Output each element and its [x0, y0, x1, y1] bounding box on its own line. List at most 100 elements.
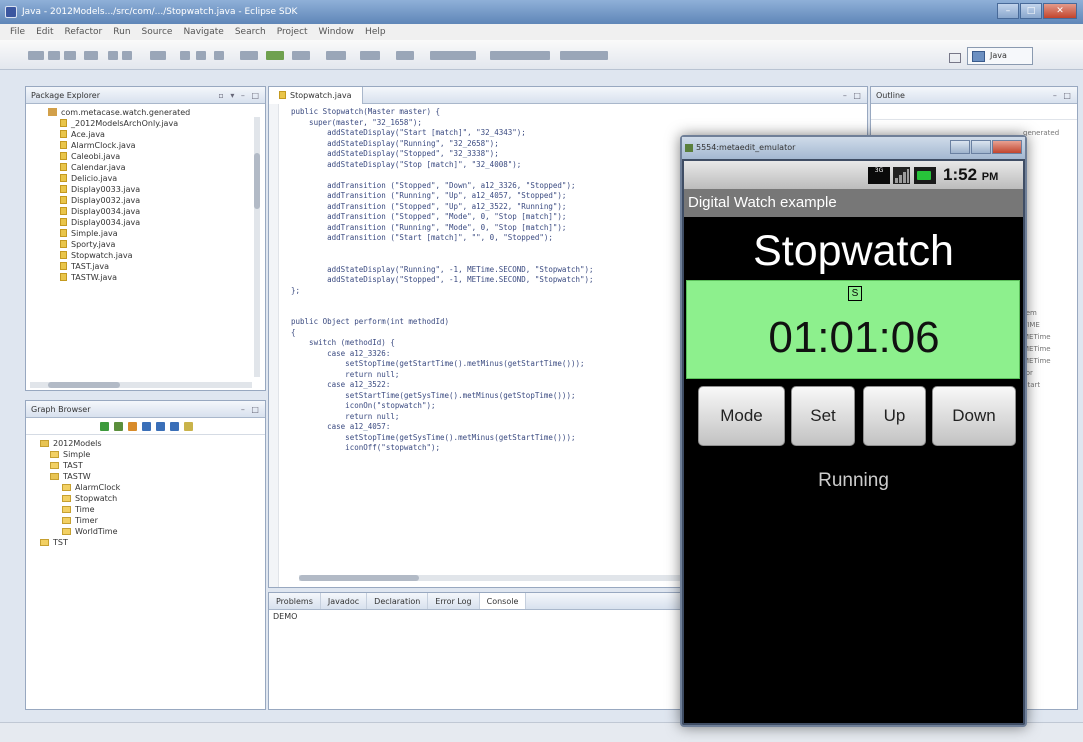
- view-menu-icon[interactable]: – □: [241, 401, 261, 418]
- tree-file[interactable]: Ace.java: [48, 129, 265, 140]
- menu-file[interactable]: File: [10, 27, 25, 37]
- up-button[interactable]: Up: [863, 386, 926, 446]
- back-forward-icons[interactable]: [560, 51, 608, 60]
- edit-icon[interactable]: [214, 51, 224, 60]
- outline-item[interactable]: [1023, 247, 1059, 259]
- menu-window[interactable]: Window: [319, 27, 355, 37]
- search-icon[interactable]: [396, 51, 414, 60]
- outline-item[interactable]: TIME: [1023, 319, 1059, 331]
- package-explorer-vscroll[interactable]: [254, 117, 260, 377]
- navigation-icons[interactable]: [430, 51, 476, 60]
- package-explorer-tab[interactable]: Package Explorer ▫ ▾ – □: [26, 87, 265, 104]
- tree-file[interactable]: Display0034.java: [48, 206, 265, 217]
- set-button[interactable]: Set: [791, 386, 855, 446]
- view-menu-icon[interactable]: – □: [1053, 87, 1073, 104]
- properties-icon[interactable]: [184, 421, 193, 431]
- tree-file[interactable]: Display0033.java: [48, 184, 265, 195]
- editor-tab-stopwatch[interactable]: Stopwatch.java: [269, 87, 363, 104]
- tree-file[interactable]: Display0032.java: [48, 195, 265, 206]
- tree-file[interactable]: TASTW.java: [48, 272, 265, 283]
- tab-console[interactable]: Console: [479, 593, 527, 609]
- minimize-icon[interactable]: –: [997, 3, 1019, 19]
- build-icon[interactable]: [108, 51, 118, 60]
- code-area[interactable]: public Stopwatch(Master master) { super(…: [291, 107, 594, 454]
- graph-tree-item[interactable]: WorldTime: [40, 526, 265, 537]
- graph-browser-tab[interactable]: Graph Browser – □: [26, 401, 265, 418]
- matrix-icon[interactable]: [156, 421, 165, 431]
- mode-button[interactable]: Mode: [698, 386, 785, 446]
- menu-search[interactable]: Search: [235, 27, 266, 37]
- outline-tab[interactable]: Outline – □: [871, 87, 1077, 104]
- graph-tree-item[interactable]: Time: [40, 504, 265, 515]
- outline-item[interactable]: [1023, 187, 1059, 199]
- outline-item[interactable]: tem: [1023, 307, 1059, 319]
- build-all-icon[interactable]: [122, 51, 132, 60]
- menu-source[interactable]: Source: [142, 27, 173, 37]
- java-perspective-button[interactable]: Java: [967, 47, 1033, 65]
- graph-tree-item[interactable]: TST: [40, 537, 265, 548]
- menu-run[interactable]: Run: [113, 27, 130, 37]
- tree-file[interactable]: Stopwatch.java: [48, 250, 265, 261]
- tree-file[interactable]: Simple.java: [48, 228, 265, 239]
- outline-item[interactable]: [1023, 271, 1059, 283]
- outline-item[interactable]: METime: [1023, 343, 1059, 355]
- graph-tree-item[interactable]: Simple: [40, 449, 265, 460]
- new-class-icon[interactable]: [360, 51, 380, 60]
- graph-tree-item[interactable]: AlarmClock: [40, 482, 265, 493]
- task-icon[interactable]: [180, 51, 190, 60]
- graph-tree-root[interactable]: 2012Models: [40, 438, 265, 449]
- minimize-icon[interactable]: [950, 140, 970, 154]
- maximize-icon[interactable]: [971, 140, 991, 154]
- outline-item[interactable]: [1023, 151, 1059, 163]
- annotation-icon[interactable]: [196, 51, 206, 60]
- graph-tree-item[interactable]: Stopwatch: [40, 493, 265, 504]
- play-icon[interactable]: [100, 421, 109, 431]
- open-type-icon[interactable]: [150, 51, 166, 60]
- outline-item[interactable]: [1023, 295, 1059, 307]
- tree-file[interactable]: TAST.java: [48, 261, 265, 272]
- outline-item[interactable]: [1023, 235, 1059, 247]
- maximize-icon[interactable]: □: [1020, 3, 1042, 19]
- tree-file[interactable]: Delicio.java: [48, 173, 265, 184]
- tab-error-log[interactable]: Error Log: [428, 593, 480, 609]
- new-icon[interactable]: [28, 51, 44, 60]
- close-icon[interactable]: ✕: [1043, 3, 1077, 19]
- graph-tree-item[interactable]: TASTW: [40, 471, 265, 482]
- outline-item[interactable]: tor: [1023, 367, 1059, 379]
- tree-file[interactable]: Caleobi.java: [48, 151, 265, 162]
- menu-help[interactable]: Help: [365, 27, 386, 37]
- diagram-icon[interactable]: [142, 421, 151, 431]
- save-icon[interactable]: [48, 51, 60, 60]
- menu-project[interactable]: Project: [277, 27, 308, 37]
- run-icon[interactable]: [266, 51, 284, 60]
- new-java-icon[interactable]: [326, 51, 346, 60]
- external-tools-icon[interactable]: [292, 51, 310, 60]
- menu-edit[interactable]: Edit: [36, 27, 53, 37]
- outline-item[interactable]: [1023, 283, 1059, 295]
- step-icon[interactable]: [114, 421, 123, 431]
- tree-file[interactable]: AlarmClock.java: [48, 140, 265, 151]
- print-icon[interactable]: [84, 51, 98, 60]
- tree-package[interactable]: com.metacase.watch.generated: [48, 107, 265, 118]
- menu-refactor[interactable]: Refactor: [65, 27, 103, 37]
- outline-item[interactable]: [1023, 199, 1059, 211]
- tree-file[interactable]: Calendar.java: [48, 162, 265, 173]
- tab-javadoc[interactable]: Javadoc: [321, 593, 368, 609]
- outline-item[interactable]: METime: [1023, 355, 1059, 367]
- outline-item[interactable]: [1023, 139, 1059, 151]
- editor-window-controls[interactable]: – □: [843, 87, 863, 104]
- outline-item[interactable]: generated: [1023, 127, 1059, 139]
- graph-tree-item[interactable]: Timer: [40, 515, 265, 526]
- menu-navigate[interactable]: Navigate: [183, 27, 223, 37]
- open-perspective-icon[interactable]: [949, 53, 961, 63]
- graph-tree-item[interactable]: TAST: [40, 460, 265, 471]
- outline-item[interactable]: [1023, 223, 1059, 235]
- close-icon[interactable]: [992, 140, 1022, 154]
- outline-item[interactable]: [1023, 163, 1059, 175]
- debug-icon[interactable]: [240, 51, 258, 60]
- save-all-icon[interactable]: [64, 51, 76, 60]
- down-button[interactable]: Down: [932, 386, 1016, 446]
- view-menu-icon[interactable]: ▫ ▾ – □: [218, 87, 261, 104]
- outline-item[interactable]: [1023, 175, 1059, 187]
- outline-item[interactable]: [1023, 211, 1059, 223]
